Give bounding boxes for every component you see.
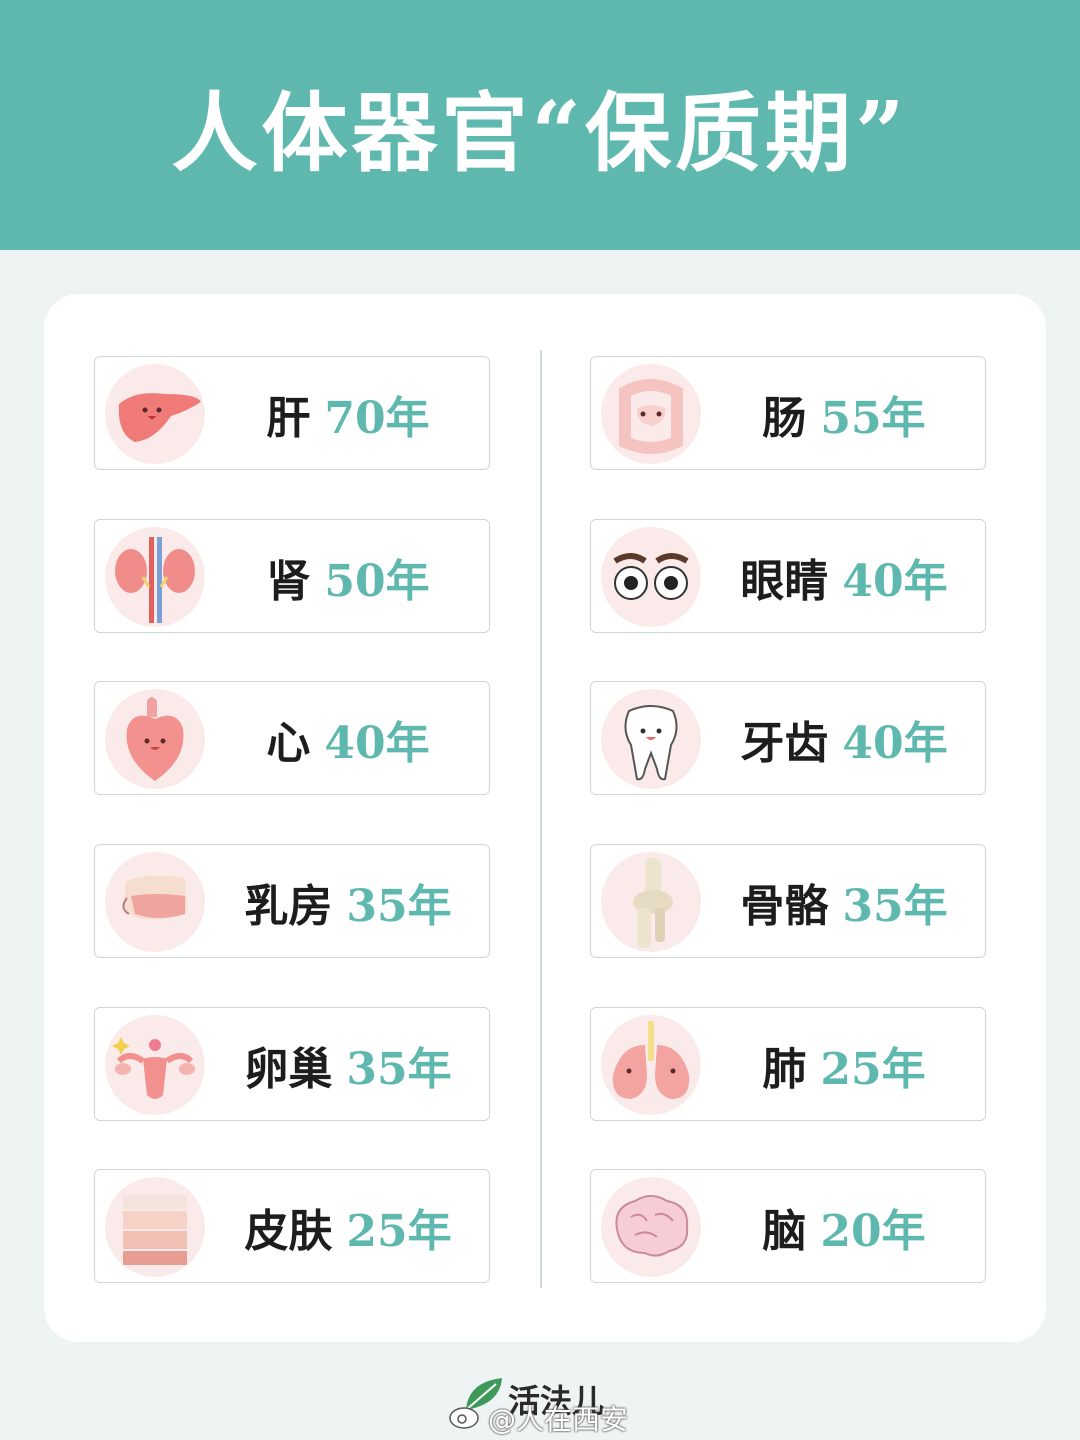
lung-icon xyxy=(601,1015,701,1115)
organ-years: 35年 xyxy=(842,881,948,932)
organ-years: 35年 xyxy=(346,881,452,932)
organ-item-tooth: 牙齿 40年 xyxy=(590,681,986,795)
organ-name: 皮肤 xyxy=(244,1206,333,1257)
organ-item-heart: 心 40年 xyxy=(94,681,490,795)
column-divider xyxy=(540,350,542,1288)
heart-icon xyxy=(105,689,205,789)
watermark-text: @人在西安 xyxy=(488,1403,629,1436)
organ-name: 乳房 xyxy=(244,881,333,932)
organ-name: 骨骼 xyxy=(740,881,829,932)
header-banner: 人体器官“保质期” xyxy=(0,0,1080,250)
organ-item-eyes: 眼睛 40年 xyxy=(590,519,986,633)
organ-name: 肠 xyxy=(762,393,807,444)
organ-name: 肾 xyxy=(266,556,311,607)
organ-years: 40年 xyxy=(842,718,948,769)
organ-name: 卵巢 xyxy=(244,1044,333,1095)
organ-name: 脑 xyxy=(762,1206,807,1257)
organ-name: 心 xyxy=(266,718,311,769)
organ-item-lung: 肺 25年 xyxy=(590,1007,986,1121)
page-title: 人体器官“保质期” xyxy=(171,82,909,184)
liver-icon xyxy=(105,364,205,464)
bone-icon xyxy=(601,852,701,952)
organ-years: 70年 xyxy=(324,393,430,444)
organ-item-ovary: 卵巢 35年 xyxy=(94,1007,490,1121)
organ-item-liver: 肝 70年 xyxy=(94,356,490,470)
organ-item-kidney: 肾 50年 xyxy=(94,519,490,633)
kidney-icon xyxy=(105,527,205,627)
breast-icon xyxy=(105,852,205,952)
organ-item-bone: 骨骼 35年 xyxy=(590,844,986,958)
footer: 活法儿 @人在西安 xyxy=(0,1368,1080,1438)
organ-years: 25年 xyxy=(346,1206,452,1257)
organ-item-intestine: 肠 55年 xyxy=(590,356,986,470)
organ-years: 40年 xyxy=(324,718,430,769)
brain-icon xyxy=(601,1177,701,1277)
ovary-icon xyxy=(105,1015,205,1115)
organ-years: 40年 xyxy=(842,556,948,607)
weibo-icon xyxy=(449,1407,479,1429)
organ-years: 25年 xyxy=(820,1044,926,1095)
organ-years: 20年 xyxy=(820,1206,926,1257)
organ-item-skin: 皮肤 25年 xyxy=(94,1169,490,1283)
eyes-icon xyxy=(601,527,701,627)
intestine-icon xyxy=(601,364,701,464)
organ-name: 牙齿 xyxy=(740,718,829,769)
organ-years: 55年 xyxy=(820,393,926,444)
organ-name: 肝 xyxy=(266,393,311,444)
skin-icon xyxy=(105,1177,205,1277)
organ-item-breast: 乳房 35年 xyxy=(94,844,490,958)
tooth-icon xyxy=(601,689,701,789)
organ-years: 35年 xyxy=(346,1044,452,1095)
organ-name: 眼睛 xyxy=(740,556,829,607)
organ-name: 肺 xyxy=(762,1044,807,1095)
organ-item-brain: 脑 20年 xyxy=(590,1169,986,1283)
organ-years: 50年 xyxy=(324,556,430,607)
